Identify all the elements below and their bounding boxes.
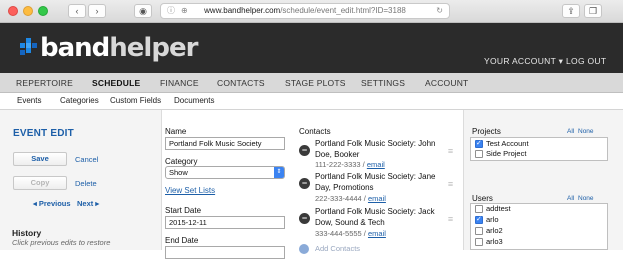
logo-arrow-icon (20, 38, 37, 55)
projects-none-link[interactable]: None (578, 128, 594, 135)
tabs-icon[interactable]: ❐ (584, 4, 602, 18)
contacts-label: Contacts (299, 127, 331, 136)
users-all-link[interactable]: All (567, 195, 574, 202)
users-none-link[interactable]: None (578, 195, 594, 202)
contact-phone-number: 333-444-5555 / (315, 229, 368, 238)
subnav-custom-fields[interactable]: Custom Fields (110, 93, 161, 110)
contact-phone-number: 111-222-3333 / (315, 160, 367, 169)
history-heading: History (12, 228, 42, 238)
contact-name: Portland Folk Music Society: Jane Day, P… (315, 172, 436, 192)
main-nav: REPERTOIRE SCHEDULE FINANCE CONTACTS STA… (0, 73, 623, 93)
site-header: bandhelper YOUR ACCOUNT ▾ LOG OUT (0, 23, 623, 73)
address-bar[interactable]: ⓘ ⊕ www.bandhelper.com/schedule/event_ed… (160, 3, 450, 19)
users-label: Users (472, 194, 493, 203)
history-hint: Click previous edits to restore (12, 238, 111, 247)
contact-phone: 222-333-4444 / email (315, 194, 386, 203)
logo-helper-text: helper (109, 33, 198, 63)
next-link[interactable]: Next ▸ (77, 199, 99, 208)
projects-label: Projects (472, 127, 501, 136)
nav-schedule[interactable]: SCHEDULE (92, 73, 140, 93)
start-date-input[interactable]: 2015-12-11 (165, 216, 285, 229)
copy-button[interactable]: Copy (13, 176, 67, 190)
category-select[interactable]: Show ⇕ (165, 166, 285, 179)
contact-name: Portland Folk Music Society: John Doe, B… (315, 139, 436, 159)
end-date-input[interactable] (165, 246, 285, 259)
remove-contact-icon[interactable]: − (299, 178, 310, 189)
checkbox[interactable] (475, 227, 483, 235)
user-item-label: arlo2 (486, 226, 503, 235)
your-account-menu[interactable]: YOUR ACCOUNT ▾ (484, 56, 563, 67)
remove-contact-icon[interactable]: − (299, 213, 310, 224)
subnav-categories[interactable]: Categories (60, 93, 99, 110)
add-contact-icon[interactable] (299, 244, 309, 254)
contact-phone: 111-222-3333 / email (315, 160, 385, 169)
drag-handle-icon[interactable]: ≡ (446, 215, 455, 224)
user-item-label: arlo (486, 215, 499, 224)
drag-handle-icon[interactable]: ≡ (446, 147, 455, 156)
contact-email-link[interactable]: email (368, 194, 386, 203)
user-item-label: arlo3 (486, 237, 503, 246)
checkbox[interactable] (475, 238, 483, 246)
checkbox-checked[interactable] (475, 139, 483, 149)
info-icon: ⓘ (167, 6, 175, 15)
url-path: /schedule/event_edit.html?ID=3188 (280, 6, 406, 15)
checkbox[interactable] (475, 205, 483, 213)
save-button[interactable]: Save (13, 152, 67, 166)
page-title: EVENT EDIT (13, 128, 74, 139)
privacy-report-icon[interactable]: ◉ (134, 4, 152, 18)
view-set-lists-link[interactable]: View Set Lists (165, 186, 215, 195)
minimize-window-button[interactable] (23, 6, 33, 16)
previous-link[interactable]: ◂ Previous (33, 199, 71, 208)
cancel-link[interactable]: Cancel (75, 155, 98, 164)
category-label: Category (165, 157, 198, 166)
nav-repertoire[interactable]: REPERTOIRE (16, 73, 73, 93)
subnav-documents[interactable]: Documents (174, 93, 214, 110)
close-window-button[interactable] (8, 6, 18, 16)
contact-phone: 333-444-5555 / email (315, 229, 386, 238)
contact-email-link[interactable]: email (367, 160, 385, 169)
user-item-label: addtest (486, 204, 511, 213)
forward-icon[interactable]: › (88, 4, 106, 18)
logo-band-text: band (40, 33, 110, 63)
sub-nav: Events Categories Custom Fields Document… (0, 93, 623, 110)
checkbox-checked[interactable] (475, 215, 483, 225)
category-selected-value: Show (169, 168, 188, 177)
log-out-link[interactable]: LOG OUT (566, 56, 606, 66)
contact-email-link[interactable]: email (368, 229, 386, 238)
select-arrows-icon: ⇕ (274, 167, 284, 178)
add-contacts-link[interactable]: Add Contacts (315, 244, 360, 253)
projects-all-link[interactable]: All (567, 128, 574, 135)
add-tab-icon: ⊕ (181, 6, 188, 15)
share-icon[interactable]: ⇪ (562, 4, 580, 18)
remove-contact-icon[interactable]: − (299, 145, 310, 156)
end-date-label: End Date (165, 236, 199, 245)
checkbox[interactable] (475, 150, 483, 158)
name-label: Name (165, 127, 187, 136)
contact-phone-number: 222-333-4444 / (315, 194, 368, 203)
nav-stage-plots[interactable]: STAGE PLOTS (285, 73, 346, 93)
zoom-window-button[interactable] (38, 6, 48, 16)
nav-contacts[interactable]: CONTACTS (217, 73, 265, 93)
nav-account[interactable]: ACCOUNT (425, 73, 468, 93)
subnav-events[interactable]: Events (17, 93, 41, 110)
start-date-label: Start Date (165, 206, 202, 215)
nav-finance[interactable]: FINANCE (160, 73, 199, 93)
project-item-label: Side Project (486, 149, 527, 158)
name-input[interactable]: Portland Folk Music Society (165, 137, 285, 150)
contact-name: Portland Folk Music Society: Jack Dow, S… (315, 207, 435, 227)
drag-handle-icon[interactable]: ≡ (446, 180, 455, 189)
nav-settings[interactable]: SETTINGS (361, 73, 405, 93)
project-item-label: Test Account (486, 139, 529, 148)
url-domain: www.bandhelper.com (204, 6, 281, 15)
delete-link[interactable]: Delete (75, 179, 97, 188)
reload-icon[interactable]: ↻ (436, 4, 443, 18)
browser-toolbar: ‹ › ◉ ⓘ ⊕ www.bandhelper.com/schedule/ev… (0, 0, 623, 23)
back-icon[interactable]: ‹ (68, 4, 86, 18)
